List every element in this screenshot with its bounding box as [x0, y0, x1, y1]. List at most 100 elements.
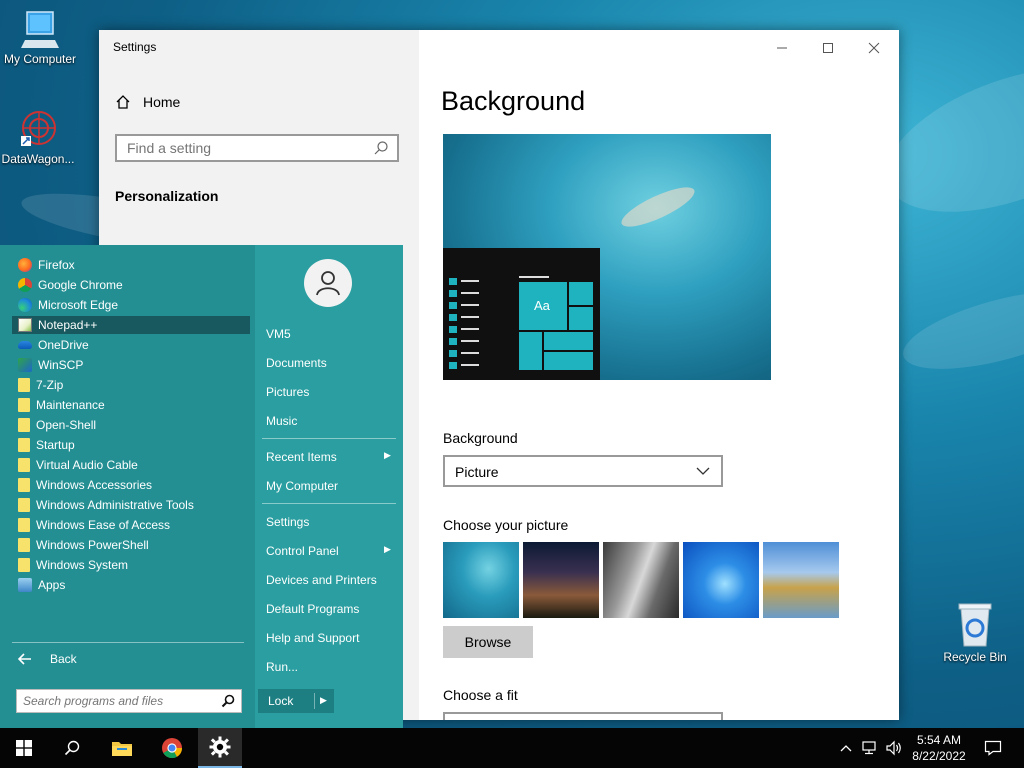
choose-picture-label: Choose your picture	[443, 517, 569, 533]
program-item[interactable]: Windows PowerShell	[12, 536, 250, 554]
desktop-icon-recycle-bin[interactable]: Recycle Bin	[935, 602, 1015, 664]
browse-button[interactable]: Browse	[443, 626, 533, 658]
program-label: 7-Zip	[36, 378, 64, 392]
program-item[interactable]: Windows Administrative Tools	[12, 496, 250, 514]
program-label: Apps	[38, 578, 66, 592]
link-recent-items[interactable]: Recent Items ▶	[266, 450, 396, 464]
link-settings[interactable]: Settings	[266, 515, 309, 529]
triangle-right-icon[interactable]: ▶	[320, 695, 327, 706]
chevron-down-icon	[696, 467, 710, 475]
start-button[interactable]	[0, 728, 48, 768]
link-pictures[interactable]: Pictures	[266, 385, 309, 399]
background-dropdown[interactable]: Picture	[443, 455, 723, 487]
page-title: Background	[441, 86, 586, 116]
close-button[interactable]	[851, 36, 897, 60]
program-item[interactable]: Notepad++	[12, 316, 250, 334]
taskbar-file-explorer[interactable]	[98, 728, 146, 768]
nav-home-label: Home	[143, 94, 181, 110]
desktop-icon-my-computer[interactable]: My Computer	[0, 10, 80, 66]
link-help-support[interactable]: Help and Support	[266, 631, 359, 645]
desktop-icon-label: Recycle Bin	[943, 650, 1007, 664]
program-item[interactable]: WinSCP	[12, 356, 250, 374]
program-item[interactable]: Virtual Audio Cable	[12, 456, 250, 474]
link-documents[interactable]: Documents	[266, 356, 327, 370]
program-item[interactable]: Windows System	[12, 556, 250, 574]
program-item[interactable]: Microsoft Edge	[12, 296, 250, 314]
thumbnail-windows-light[interactable]	[683, 542, 759, 618]
program-label: Virtual Audio Cable	[36, 458, 138, 472]
notepadpp-icon	[18, 318, 32, 332]
background-label: Background	[443, 430, 518, 446]
tray-show-hidden-icons[interactable]	[836, 728, 856, 768]
desktop-icon-label: My Computer	[3, 52, 77, 66]
folder-icon	[18, 438, 30, 452]
datawagon-icon	[21, 111, 56, 146]
taskbar: 5:54 AM 8/22/2022	[0, 728, 1024, 768]
find-setting-search[interactable]	[115, 134, 399, 162]
file-explorer-icon	[112, 742, 132, 756]
desktop-icon-datawagon[interactable]: DataWagon...	[0, 108, 78, 166]
choose-fit-label: Choose a fit	[443, 687, 518, 703]
user-avatar[interactable]	[304, 259, 352, 307]
program-item[interactable]: OneDrive	[12, 336, 250, 354]
thumbnail-underwater[interactable]	[443, 542, 519, 618]
clock-time: 5:54 AM	[916, 733, 962, 747]
thumbnail-beach[interactable]	[763, 542, 839, 618]
program-label: Open-Shell	[36, 418, 97, 432]
minimize-button[interactable]	[759, 36, 805, 60]
desktop-icon-label: DataWagon...	[1, 152, 75, 166]
program-item[interactable]: Startup	[12, 436, 250, 454]
program-item[interactable]: Windows Ease of Access	[12, 516, 250, 534]
program-item[interactable]: Open-Shell	[12, 416, 250, 434]
program-label: Windows Accessories	[36, 478, 153, 492]
chrome-icon	[18, 278, 32, 292]
search-icon	[64, 740, 80, 756]
program-item[interactable]: Maintenance	[12, 396, 250, 414]
program-item[interactable]: Firefox	[12, 256, 250, 274]
action-center-button[interactable]	[978, 728, 1008, 768]
taskbar-search-button[interactable]	[48, 728, 96, 768]
link-default-programs[interactable]: Default Programs	[266, 602, 359, 616]
start-search-input[interactable]	[17, 690, 219, 712]
gear-icon	[209, 736, 231, 758]
user-icon	[316, 271, 340, 296]
clock-date: 8/22/2022	[912, 749, 966, 763]
edge-icon	[18, 298, 32, 312]
start-search-box[interactable]	[16, 689, 242, 713]
link-my-computer[interactable]: My Computer	[266, 479, 338, 493]
program-item[interactable]: Windows Accessories	[12, 476, 250, 494]
nav-home[interactable]: Home	[115, 94, 180, 110]
window-title: Settings	[113, 40, 157, 54]
folder-icon	[18, 558, 30, 572]
taskbar-chrome[interactable]	[148, 728, 196, 768]
program-label: Maintenance	[36, 398, 105, 412]
find-setting-input[interactable]	[117, 136, 377, 160]
link-music[interactable]: Music	[266, 414, 297, 428]
recycle-bin-icon	[958, 603, 992, 647]
close-icon	[868, 42, 880, 54]
link-user[interactable]: VM5	[266, 327, 291, 341]
tray-volume[interactable]	[882, 728, 906, 768]
link-control-panel[interactable]: Control Panel ▶	[266, 544, 396, 558]
tray-network[interactable]	[858, 728, 882, 768]
program-label: Google Chrome	[38, 278, 123, 292]
back-button[interactable]: Back	[18, 652, 77, 666]
thumbnail-night-sky[interactable]	[523, 542, 599, 618]
thumbnail-rock-cliff[interactable]	[603, 542, 679, 618]
link-run[interactable]: Run...	[266, 660, 298, 674]
program-item[interactable]: 7-Zip	[12, 376, 250, 394]
taskbar-clock[interactable]: 5:54 AM 8/22/2022	[908, 732, 970, 764]
onedrive-icon	[18, 341, 32, 349]
link-devices-printers[interactable]: Devices and Printers	[266, 573, 377, 587]
choose-fit-dropdown[interactable]	[443, 712, 723, 720]
apps-icon	[18, 578, 32, 592]
lock-button[interactable]: Lock ▶	[258, 689, 334, 713]
maximize-button[interactable]	[805, 36, 851, 60]
folder-icon	[18, 518, 30, 532]
folder-icon	[18, 538, 30, 552]
taskbar-settings[interactable]	[198, 728, 242, 768]
picture-thumbnails	[443, 542, 839, 618]
program-item[interactable]: Google Chrome	[12, 276, 250, 294]
winscp-icon	[18, 358, 32, 372]
program-item[interactable]: Apps	[12, 576, 250, 594]
